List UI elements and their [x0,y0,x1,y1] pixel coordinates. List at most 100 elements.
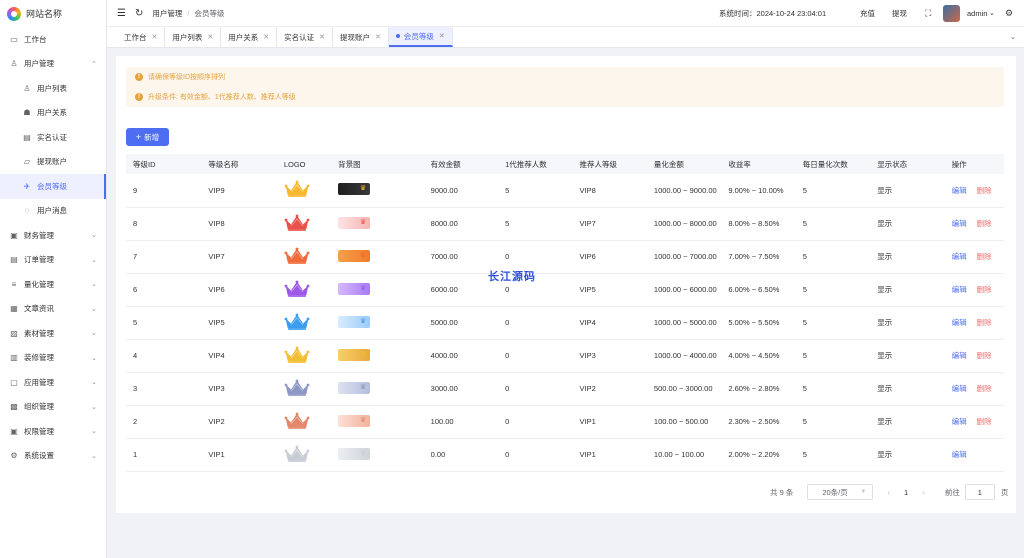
sidebar-item[interactable]: ≡ 量化管理 ⌄ [0,272,106,297]
delete-button[interactable]: 删除 [977,351,992,360]
sidebar-item[interactable]: ✈ 会员等级 [0,174,106,199]
background-thumbnail: ♛ [338,315,371,328]
daily-quant-times: 5 [795,405,871,439]
fullscreen-icon[interactable]: ⛶ [925,8,931,19]
tab[interactable]: 提现账户 ✕ [333,27,389,47]
page-number-current[interactable]: 1 [904,488,908,497]
sidebar-item-label: 权限管理 [24,426,54,436]
sidebar-item[interactable]: ▣ 财务管理 ⌄ [0,223,106,248]
tab[interactable]: 会员等级 ✕ [388,27,453,47]
sidebar-item[interactable]: ▤ 实名认证 [0,125,106,150]
withdraw-button[interactable]: 提现 [892,8,907,19]
chevron-down-icon: ⌄ [91,330,97,338]
delete-button[interactable]: 删除 [977,384,992,393]
lock-icon: ▣ [10,426,18,436]
tab[interactable]: 工作台 ✕ [117,27,166,47]
sidebar-item[interactable]: ▦ 文章资讯 ⌄ [0,297,106,322]
chevron-down-icon: ⌄ [91,232,97,240]
goto-page-input[interactable]: 1 [964,484,995,500]
quant-amount: 1000.00 ~ 7000.00 [646,240,722,274]
sidebar-item[interactable]: ▥ 装修管理 ⌄ [0,346,106,371]
delete-button[interactable]: 删除 [977,219,992,228]
delete-button[interactable]: 删除 [977,285,992,294]
table-row: 3 VIP3 ♛ 3000.00 0 VIP2 500.00 ~ 3000.00 2.60% … [126,372,1004,406]
tab[interactable]: 用户列表 ✕ [165,27,222,47]
sidebar-item[interactable]: ☗ 用户关系 [0,101,106,126]
menu-toggle-icon[interactable]: ☰ [117,8,126,19]
edit-button[interactable]: 编辑 [952,219,967,228]
sidebar-item[interactable]: ◌ 用户消息 [0,199,106,224]
delete-button[interactable]: 删除 [977,186,992,195]
background-cell: ♛ [331,339,424,373]
display-status: 显示 [870,207,945,241]
notice-line: ! 请确保等级ID按顺序排列 [126,67,1004,87]
add-button[interactable]: + 新增 [126,128,169,146]
quant-amount: 1000.00 ~ 6000.00 [646,273,722,307]
breadcrumb-item[interactable]: 用户管理 [152,9,182,18]
crown-icon: ♛ [359,185,367,193]
sidebar-item[interactable]: ▨ 素材管理 ⌄ [0,321,106,346]
sidebar-item[interactable]: ▭ 工作台 [0,27,106,52]
tabs-more-icon[interactable]: ⌄ [1010,33,1016,41]
prev-page-icon[interactable]: ‹ [887,488,890,497]
sidebar-item[interactable]: ⚙ 系统设置 ⌄ [0,444,106,469]
folder-icon: ▱ [23,157,31,167]
table-row: 7 VIP7 ♛ 7000.00 0 VIP6 1000.00 ~ 7000.00 7.00%… [126,240,1004,274]
delete-button[interactable]: 删除 [977,318,992,327]
sidebar-item[interactable]: ▱ 提现账户 [0,150,106,175]
table-body: 9 VIP9 ♛ 9000.00 5 VIP8 1000.00 ~ 9000.00 9.00%… [126,174,1004,472]
crown-icon: ♛ [359,218,367,226]
edit-button[interactable]: 编辑 [952,252,967,261]
edit-button[interactable]: 编辑 [952,285,967,294]
delete-button[interactable]: 删除 [977,417,992,426]
close-icon[interactable]: ✕ [207,33,213,41]
page-size-select[interactable]: 20条/页 ▼ [807,484,874,500]
settings-icon[interactable]: ⚙ [1005,8,1013,19]
goto-label: 前往 [944,487,960,497]
edit-button[interactable]: 编辑 [952,351,967,360]
notice-line: ! 升级条件: 有效金额、1代推荐人数、推荐人等级 [126,87,1004,107]
tab-label: 会员等级 [403,31,434,41]
close-icon[interactable]: ✕ [263,33,269,41]
sidebar-item[interactable]: ▩ 组织管理 ⌄ [0,395,106,420]
username[interactable]: admin [967,9,987,18]
edit-button[interactable]: 编辑 [952,384,967,393]
close-icon[interactable]: ✕ [319,33,325,41]
refresh-icon[interactable]: ↻ [135,8,143,19]
wallet-icon: ▣ [10,230,18,240]
recharge-button[interactable]: 充值 [860,8,875,19]
edit-button[interactable]: 编辑 [952,318,967,327]
column-header: 显示状态 [870,154,945,174]
close-icon[interactable]: ✕ [152,33,158,41]
chart-icon: ≡ [11,279,17,289]
avatar[interactable] [943,5,960,22]
level-name: VIP1 [201,438,277,472]
level-id: 8 [126,207,202,241]
notice-alert: ! 请确保等级ID按顺序排列 ! 升级条件: 有效金额、1代推荐人数、推荐人等级 [126,67,1004,107]
yield-rate: 2.00% ~ 2.20% [721,438,796,472]
tab[interactable]: 实名认证 ✕ [277,27,333,47]
background-thumbnail: ♛ [338,183,371,196]
close-icon[interactable]: ✕ [439,32,445,40]
yield-rate: 7.00% ~ 7.50% [721,240,796,274]
delete-button[interactable]: 删除 [977,252,992,261]
edit-button[interactable]: 编辑 [952,450,967,459]
background-thumbnail: ♛ [338,414,371,427]
quant-amount: 1000.00 ~ 5000.00 [646,306,722,340]
crown-icon [284,180,310,200]
sidebar-item[interactable]: ♙ 用户列表 [0,76,106,101]
tab[interactable]: 用户关系 ✕ [221,27,278,47]
sidebar-item-label: 素材管理 [24,328,54,338]
actions-cell: 编辑 删除 [944,339,1004,373]
sidebar-item[interactable]: ▢ 应用管理 ⌄ [0,370,106,395]
brand[interactable]: 网站名称 [0,0,106,27]
next-page-icon[interactable]: › [922,488,925,497]
sidebar-item[interactable]: ▣ 权限管理 ⌄ [0,419,106,444]
chevron-down-icon[interactable]: ⌄ [989,9,995,17]
sidebar-item[interactable]: ▤ 订单管理 ⌄ [0,248,106,273]
edit-button[interactable]: 编辑 [952,417,967,426]
sidebar-item[interactable]: ♙ 用户管理 ⌃ [0,52,106,77]
edit-button[interactable]: 编辑 [952,186,967,195]
table-row: 1 VIP1 ♛ 0.00 0 VIP1 10.00 ~ 100.00 2.00% ~ 2.2… [126,438,1004,472]
close-icon[interactable]: ✕ [375,33,381,41]
